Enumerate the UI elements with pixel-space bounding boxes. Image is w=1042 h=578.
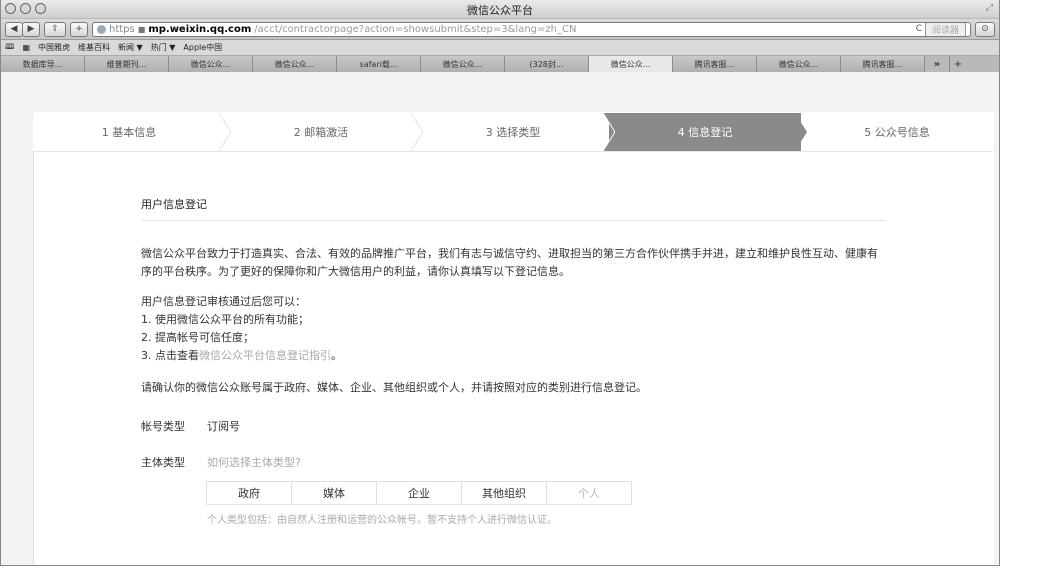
bookmark-item[interactable]: 中国雅虎	[38, 42, 70, 53]
add-bookmark-button[interactable]: +	[70, 21, 88, 37]
step-1: 1 基本信息	[33, 113, 231, 151]
browser-window: 微信公众平台 ⤢ ◀ ▶ ⇪ + https ■ mp.weixin.qq.co…	[0, 0, 1000, 566]
reload-button[interactable]: C	[916, 24, 922, 34]
browser-tab[interactable]: 数据库导...	[1, 56, 85, 72]
browser-toolbar: ◀ ▶ ⇪ + https ■ mp.weixin.qq.com/acct/co…	[1, 19, 999, 40]
new-tab-button[interactable]: +	[950, 56, 966, 72]
subject-type-row: 主体类型 如何选择主体类型?	[141, 451, 886, 473]
account-type-value: 订阅号	[207, 420, 240, 433]
chevron-right-icon	[795, 113, 807, 151]
browser-tab[interactable]: (328封...	[505, 56, 589, 72]
reading-list-icon[interactable]: 🕮	[5, 41, 14, 55]
more-tabs-button[interactable]: »	[925, 56, 950, 72]
downloads-icon[interactable]: ⊙	[975, 21, 995, 37]
bookmark-item[interactable]: Apple中国	[183, 42, 222, 53]
browser-tab[interactable]: 腾讯客服...	[841, 56, 925, 72]
browser-tab[interactable]: 微信公众...	[169, 56, 253, 72]
confirm-text: 请确认你的微信公众账号属于政府、媒体、企业、其他组织或个人，并请按照对应的类别进…	[141, 381, 647, 394]
browser-tab-active[interactable]: 微信公众...	[589, 56, 673, 72]
forward-button[interactable]: ▶	[22, 21, 40, 37]
chevron-right-icon	[411, 113, 423, 151]
benefit-item: 3. 点击查看	[141, 349, 199, 362]
subject-option-individual[interactable]: 个人	[546, 481, 632, 505]
subject-type-options: 政府 媒体 企业 其他组织 个人	[206, 481, 886, 505]
address-bar[interactable]: https ■ mp.weixin.qq.com/acct/contractor…	[92, 21, 971, 37]
share-button[interactable]: ⇪	[44, 21, 66, 37]
step-label: 2 邮箱激活	[293, 126, 349, 139]
step-label: 1 基本信息	[101, 126, 157, 139]
benefits-title: 用户信息登记审核通过后您可以：	[141, 295, 306, 308]
step-4-active: 4 信息登记	[609, 113, 807, 151]
subject-type-label: 主体类型	[141, 456, 185, 469]
globe-icon	[97, 24, 106, 34]
top-sites-icon[interactable]: ▦	[22, 43, 30, 52]
browser-tab[interactable]: 腾讯客服...	[673, 56, 757, 72]
registration-form: 用户信息登记 微信公众平台致力于打造真实、合法、有效的品牌推广平台，我们有志与诚…	[141, 196, 886, 526]
step-label: 4 信息登记	[677, 126, 733, 139]
bookmark-item[interactable]: 新闻 ▼	[118, 42, 143, 53]
benefit-suffix: 。	[331, 349, 342, 362]
subject-option-media[interactable]: 媒体	[291, 481, 377, 505]
back-button[interactable]: ◀	[5, 21, 23, 37]
subject-option-other-org[interactable]: 其他组织	[461, 481, 547, 505]
bookmark-item[interactable]: 维基百科	[78, 42, 110, 53]
step-label: 5 公众号信息	[864, 126, 930, 139]
step-label: 3 选择类型	[485, 126, 541, 139]
reader-button[interactable]: 阅读器	[924, 22, 966, 36]
registration-guide-link[interactable]: 微信公众平台信息登记指引	[199, 349, 331, 362]
tab-bar: 数据库导... 维普期刊... 微信公众... 微信公众... safari载.…	[1, 56, 999, 73]
title-bar: 微信公众平台 ⤢	[1, 0, 999, 19]
step-2: 2 邮箱激活	[225, 113, 423, 151]
account-type-row: 帐号类型 订阅号	[141, 415, 886, 437]
benefits-list: 用户信息登记审核通过后您可以： 1. 使用微信公众平台的所有功能； 2. 提高帐…	[141, 293, 886, 365]
url-path: /acct/contractorpage?action=showsubmit&s…	[254, 23, 577, 35]
browser-tab[interactable]: 微信公众...	[421, 56, 505, 72]
browser-tab[interactable]: 微信公众...	[757, 56, 841, 72]
browser-tab[interactable]: 维普期刊...	[85, 56, 169, 72]
subject-help-link[interactable]: 如何选择主体类型?	[207, 454, 301, 470]
bookmark-item[interactable]: 热门 ▼	[151, 42, 176, 53]
fullscreen-icon[interactable]: ⤢	[986, 3, 993, 13]
subject-option-government[interactable]: 政府	[206, 481, 292, 505]
benefit-item: 2. 提高帐号可信任度；	[141, 331, 254, 344]
chevron-right-icon	[603, 113, 615, 151]
subject-option-enterprise[interactable]: 企业	[376, 481, 462, 505]
step-5: 5 公众号信息	[801, 113, 993, 151]
browser-tab[interactable]: 微信公众...	[253, 56, 337, 72]
url-scheme: https	[109, 23, 135, 35]
window-title: 微信公众平台	[467, 4, 533, 17]
bookmarks-bar: 🕮 ▦ 中国雅虎 维基百科 新闻 ▼ 热门 ▼ Apple中国	[1, 40, 999, 56]
section-title: 用户信息登记	[141, 196, 886, 221]
step-3: 3 选择类型	[417, 113, 615, 151]
individual-type-note: 个人类型包括：由自然人注册和运营的公众帐号。暂不支持个人进行微信认证。	[207, 515, 557, 526]
lock-icon: ■	[137, 24, 146, 34]
step-progress: 1 基本信息 2 邮箱激活 3 选择类型 4 信息登记 5 公众号信息	[33, 113, 993, 152]
chevron-right-icon	[219, 113, 231, 151]
account-type-label: 帐号类型	[141, 420, 185, 433]
benefit-item: 1. 使用微信公众平台的所有功能；	[141, 313, 309, 326]
url-domain: mp.weixin.qq.com	[148, 23, 252, 35]
browser-tab[interactable]: safari载...	[337, 56, 421, 72]
intro-text: 微信公众平台致力于打造真实、合法、有效的品牌推广平台，我们有志与诚信守约、进取担…	[141, 247, 878, 278]
